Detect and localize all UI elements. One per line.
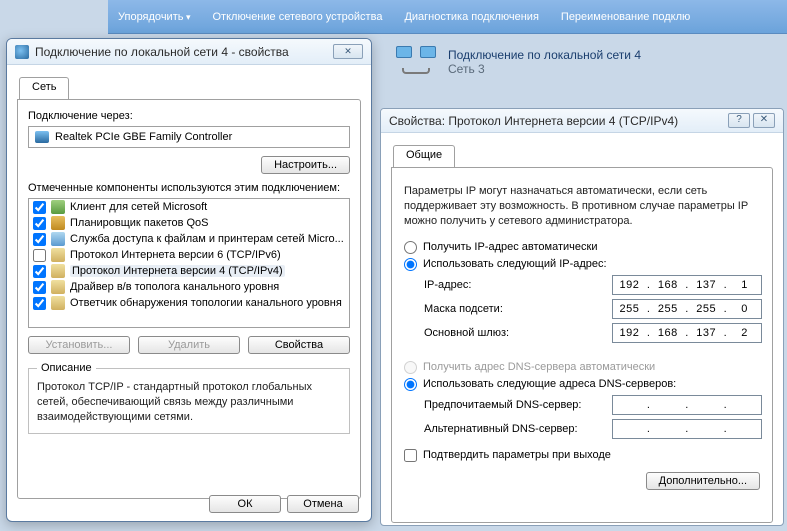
cancel-button[interactable]: Отмена [287,495,359,513]
component-checkbox[interactable] [33,249,46,262]
component-checkbox[interactable] [33,281,46,294]
component-icon [51,280,65,294]
preferred-dns-input[interactable]: ... [612,395,762,415]
dns1-label: Предпочитаемый DNS-сервер: [424,399,612,411]
component-label: Драйвер в/в тополога канального уровня [70,281,279,293]
component-label: Протокол Интернета версии 6 (TCP/IPv6) [70,249,281,261]
network-icon [394,44,438,80]
component-row[interactable]: Клиент для сетей Microsoft [29,199,349,215]
toolbar-disable-device[interactable]: Отключение сетевого устройства [213,11,383,23]
component-label: Протокол Интернета версии 4 (TCP/IPv4) [70,265,285,277]
alternate-dns-input[interactable]: ... [612,419,762,439]
radio-dns-manual[interactable]: Использовать следующие адреса DNS-сервер… [404,378,762,391]
help-button[interactable]: ? [728,113,750,128]
uninstall-button[interactable]: Удалить [138,336,240,354]
components-list[interactable]: Клиент для сетей Microsoft Планировщик па… [28,198,350,328]
gateway-input[interactable]: 192.168.137.2 [612,323,762,343]
component-row[interactable]: Служба доступа к файлам и принтерам сете… [29,231,349,247]
component-checkbox[interactable] [33,201,46,214]
adapter-box: Realtek PCIe GBE Family Controller [28,126,350,148]
dialog-title: Свойства: Протокол Интернета версии 4 (T… [389,114,728,128]
component-label: Клиент для сетей Microsoft [70,201,207,213]
connection-item[interactable]: Подключение по локальной сети 4 Сеть 3 [394,44,641,80]
adapter-icon [35,131,49,143]
radio-dns-auto: Получить адрес DNS-сервера автоматически [404,361,762,374]
component-icon [51,216,65,230]
toolbar-rename[interactable]: Переименование подклю [561,11,690,23]
component-icon [51,200,65,214]
advanced-button[interactable]: Дополнительно... [646,472,760,490]
description-legend: Описание [37,362,96,374]
titlebar[interactable]: Подключение по локальной сети 4 - свойст… [7,39,371,65]
description-group: Описание Протокол TCP/IP - стандартный п… [28,362,350,434]
components-label: Отмеченные компоненты используются этим … [28,182,350,194]
component-checkbox[interactable] [33,265,46,278]
component-checkbox[interactable] [33,217,46,230]
tab-general[interactable]: Общие [393,145,455,167]
toolbar-diagnose[interactable]: Диагностика подключения [404,11,538,23]
close-button[interactable]: ✕ [333,44,363,59]
description-text: Протокол TCP/IP - стандартный протокол г… [37,380,341,425]
install-button[interactable]: Установить... [28,336,130,354]
component-checkbox[interactable] [33,297,46,310]
component-row[interactable]: Драйвер в/в тополога канального уровня [29,279,349,295]
toolbar-organize[interactable]: Упорядочить [118,11,191,23]
dns2-label: Альтернативный DNS-сервер: [424,423,612,435]
validate-label: Подтвердить параметры при выходе [423,449,611,461]
ipv4-properties-dialog: Свойства: Протокол Интернета версии 4 (T… [380,108,784,526]
subnet-mask-input[interactable]: 255.255.255.0 [612,299,762,319]
component-icon [51,232,65,246]
component-row[interactable]: Протокол Интернета версии 4 (TCP/IPv4) [29,263,349,279]
info-text: Параметры IP могут назначаться автоматич… [404,184,760,229]
properties-button[interactable]: Свойства [248,336,350,354]
ip-label: IP-адрес: [424,279,612,291]
radio-ip-manual[interactable]: Использовать следующий IP-адрес: [404,258,762,271]
connection-network: Сеть 3 [448,62,641,76]
gateway-label: Основной шлюз: [424,327,612,339]
component-label: Служба доступа к файлам и принтерам сете… [70,233,344,245]
configure-button[interactable]: Настроить... [261,156,350,174]
component-row[interactable]: Планировщик пакетов QoS [29,215,349,231]
mask-label: Маска подсети: [424,303,612,315]
ok-button[interactable]: ОК [209,495,281,513]
radio-ip-auto[interactable]: Получить IP-адрес автоматически [404,241,762,254]
component-icon [51,248,65,262]
explorer-toolbar: Упорядочить Отключение сетевого устройст… [108,0,787,34]
component-icon [51,296,65,310]
dialog-title: Подключение по локальной сети 4 - свойст… [35,45,333,59]
component-checkbox[interactable] [33,233,46,246]
component-label: Планировщик пакетов QoS [70,217,209,229]
component-row[interactable]: Протокол Интернета версии 6 (TCP/IPv6) [29,247,349,263]
close-button[interactable]: ✕ [753,113,775,128]
component-icon [51,264,65,278]
app-icon [15,45,29,59]
ip-address-input[interactable]: 192.168.137.1 [612,275,762,295]
connection-name: Подключение по локальной сети 4 [448,48,641,62]
connect-via-label: Подключение через: [28,110,350,122]
tab-network[interactable]: Сеть [19,77,69,99]
adapter-name: Realtek PCIe GBE Family Controller [55,131,232,143]
titlebar[interactable]: Свойства: Протокол Интернета версии 4 (T… [381,109,783,133]
component-label: Ответчик обнаружения топологии канальног… [70,297,342,309]
connection-properties-dialog: Подключение по локальной сети 4 - свойст… [6,38,372,522]
validate-checkbox[interactable] [404,449,417,462]
component-row[interactable]: Ответчик обнаружения топологии канальног… [29,295,349,311]
